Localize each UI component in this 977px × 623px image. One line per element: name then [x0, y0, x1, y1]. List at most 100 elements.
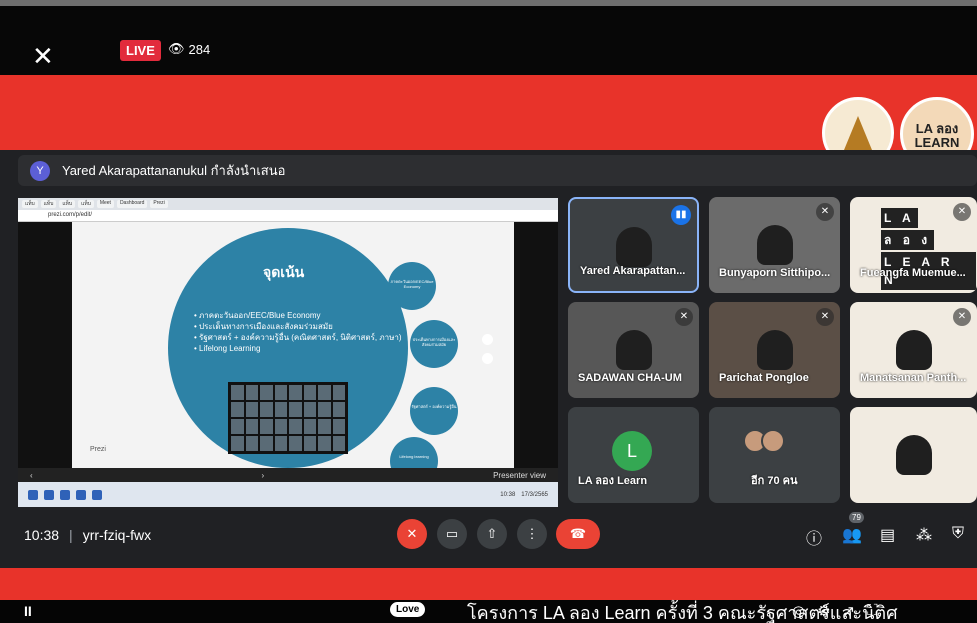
participant-count-badge: 79: [849, 512, 864, 523]
slide-navigation: ‹ › Presenter view: [18, 468, 558, 482]
folder-icon: [60, 489, 70, 500]
slide-side-circle: รัฐศาสตร์ + องค์ความรู้อื่น: [410, 387, 458, 435]
taskbar-date: 17/3/2565: [521, 491, 548, 498]
mic-off-icon: ✕: [953, 203, 971, 221]
mic-off-icon: ✕: [816, 308, 834, 326]
participant-video: [756, 330, 793, 370]
event-banner-bottom: [0, 568, 977, 600]
participant-video: [756, 225, 793, 265]
info-icon[interactable]: ⓘ: [806, 525, 822, 549]
live-stream-header: ✕ LIVE 👁 284: [0, 0, 977, 75]
participant-name: Fueangfa Muemue...: [860, 267, 966, 279]
slide-side-circle: ภาคตะวันออก/EEC/Blue Economy: [388, 262, 436, 310]
hangup-icon: ☎: [569, 526, 587, 541]
presenter-bar: Y Yared Akarapattananukul กำลังนำเสนอ: [18, 155, 977, 186]
participant-tile[interactable]: L Aล อ งL E A R N ✕ Fueangfa Muemue...: [850, 197, 977, 293]
participant-name: Manatsanan Panth...: [860, 372, 967, 384]
meeting-area: Y Yared Akarapattananukul กำลังนำเสนอ แท…: [0, 150, 977, 568]
instagram-icon[interactable]: ◎: [792, 602, 805, 620]
browser-tab: Meet: [96, 200, 114, 208]
participant-tile[interactable]: ✕ SADAWAN CHA-UM: [568, 302, 699, 398]
share-icon[interactable]: ↗: [843, 602, 856, 620]
settings-icon[interactable]: ⚙: [817, 602, 830, 620]
next-slide-icon[interactable]: ›: [262, 471, 265, 480]
browser-address-bar: prezi.com/p/edit/: [18, 210, 558, 222]
slide-margin-right: [514, 222, 558, 468]
mic-off-icon: ✕: [675, 308, 693, 326]
home-icon[interactable]: [482, 334, 493, 345]
chrome-icon: [92, 489, 102, 500]
participant-name: Parichat Pongloe: [719, 372, 809, 384]
activities-icon[interactable]: ⁂: [916, 525, 932, 545]
mic-off-icon: ✕: [406, 526, 418, 541]
slide-margin-left: [18, 222, 72, 468]
love-button[interactable]: Love: [390, 602, 426, 617]
fullscreen-icon[interactable]: ⛶: [867, 602, 878, 620]
avatar: Y: [30, 160, 50, 181]
player-actions: ◎ ⚙ ↗ ⛶: [792, 602, 878, 620]
slide-bullet: • ภาคตะวันออก/EEC/Blue Economy: [194, 311, 321, 320]
more-vert-icon: ⋮: [525, 526, 539, 541]
slide-title: จุดเน้น: [263, 264, 305, 280]
mic-off-icon: ✕: [816, 203, 834, 221]
participant-video: [615, 227, 652, 267]
present-button[interactable]: ⇧: [477, 519, 507, 549]
participant-tile[interactable]: L LA ลอง Learn: [568, 407, 699, 503]
participant-tile[interactable]: ▮▮ Yared Akarapattan...: [568, 197, 699, 293]
more-participants-tile[interactable]: อีก 70 คน: [709, 407, 840, 503]
presenter-view-label[interactable]: Presenter view: [493, 471, 546, 480]
presenter-text: Yared Akarapattananukul กำลังนำเสนอ: [62, 163, 286, 178]
meeting-info: 10:38 | yrr-fziq-fwx: [24, 527, 152, 543]
mic-off-icon: ✕: [953, 308, 971, 326]
participant-tile[interactable]: [850, 407, 977, 503]
people-icon[interactable]: 👥: [842, 525, 862, 545]
camera-icon: ▭: [445, 526, 459, 541]
close-icon[interactable]: ✕: [32, 44, 54, 70]
participant-video: [615, 330, 652, 370]
browser-tab: แท็บ: [40, 200, 57, 208]
slide-nav-controls[interactable]: [482, 334, 494, 364]
leave-call-button[interactable]: ☎: [556, 519, 600, 549]
browser-tab: แท็บ: [22, 200, 38, 208]
more-options-button[interactable]: ⋮: [517, 519, 547, 549]
participant-name: Bunyaporn Sitthipo...: [719, 267, 831, 279]
search-icon: [44, 489, 54, 500]
participant-tile[interactable]: ✕ Bunyaporn Sitthipo...: [709, 197, 840, 293]
prev-slide-icon[interactable]: ‹: [30, 471, 33, 480]
participant-video: [895, 330, 932, 370]
prezi-logo: Prezi: [90, 446, 106, 453]
host-controls-icon[interactable]: ⛨: [952, 525, 964, 543]
live-badge: LIVE: [120, 40, 161, 61]
eye-icon: 👁: [168, 42, 185, 57]
chat-icon[interactable]: ▤: [880, 525, 895, 545]
slide-side-circle: ประเด็นทางการเมืองและสังคมร่วมสมัย: [410, 320, 458, 368]
slide-meeting-photo: [228, 382, 348, 454]
participant-name: LA ลอง Learn: [578, 475, 648, 487]
mic-toggle-button[interactable]: ✕: [397, 519, 427, 549]
slide-bullet: • Lifelong Learning: [194, 344, 261, 353]
slide-bullet: • รัฐศาสตร์ + องค์ความรู้อื่น (คณิตศาสตร…: [194, 333, 402, 342]
taskbar-clock: 10:38: [500, 491, 516, 498]
overview-icon[interactable]: [482, 353, 493, 364]
slide-bullet: • ประเด็นทางการเมืองและสังคมร่วมสมัย: [194, 322, 333, 331]
meeting-code: yrr-fziq-fwx: [82, 527, 152, 543]
app-root: ✕ LIVE 👁 284 LA ลอง LEARN Y Yared Akarap…: [0, 0, 977, 623]
participant-tile[interactable]: ✕ Parichat Pongloe: [709, 302, 840, 398]
pause-icon[interactable]: II: [24, 603, 32, 619]
start-icon: [28, 489, 38, 500]
browser-tab: แท็บ: [59, 200, 76, 208]
viewer-count: 👁 284: [168, 42, 210, 57]
browser-tab: Prezi: [150, 200, 168, 208]
participant-tile[interactable]: ✕ Manatsanan Panth...: [850, 302, 977, 398]
participant-video: [895, 435, 932, 475]
shared-screen[interactable]: แท็บ แท็บ แท็บ แท็บ Meet Dashboard Prezi…: [18, 198, 558, 507]
camera-toggle-button[interactable]: ▭: [437, 519, 467, 549]
browser-tab: แท็บ: [78, 200, 94, 208]
windows-taskbar: 10:38 17/3/2565: [18, 482, 558, 507]
present-icon: ⇧: [486, 526, 498, 541]
stream-player-bar: II Love โครงการ LA ลอง Learn ครั้งที่ 3 …: [0, 600, 977, 623]
meeting-clock: 10:38: [24, 527, 60, 543]
browser-tabs: แท็บ แท็บ แท็บ แท็บ Meet Dashboard Prezi: [18, 198, 558, 210]
browser-tab: Dashboard: [116, 200, 148, 208]
participant-name: Yared Akarapattan...: [580, 265, 686, 277]
